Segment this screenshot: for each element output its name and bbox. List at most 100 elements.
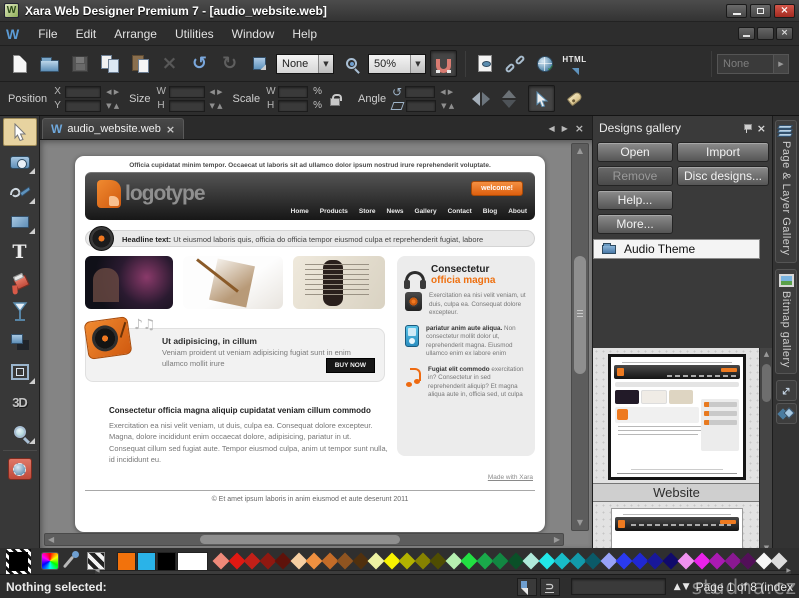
gallery-close-icon[interactable]: × [757, 123, 766, 134]
stroke-preset-dropdown[interactable]: None ▼ [276, 54, 334, 74]
scroll-left-icon[interactable]: ◀ [48, 534, 54, 545]
tool-selector[interactable] [3, 118, 37, 146]
w-spinner[interactable]: ◀ ▶ [210, 88, 223, 96]
canvas[interactable]: Officia cupidatat minim tempor. Occaecat… [40, 140, 592, 548]
skew-spinner[interactable]: ▼ ▲ [441, 102, 454, 110]
gallery-folder-header[interactable]: Audio Theme [593, 239, 760, 259]
tool-freehand[interactable] [3, 178, 37, 206]
gallery-remove-button[interactable]: Remove [597, 166, 673, 186]
web-properties-button[interactable]: ✓ [531, 50, 558, 77]
export-preview-button[interactable] [471, 50, 498, 77]
rotate-field[interactable] [405, 86, 435, 98]
angle-spinner[interactable]: ◀ ▶ [440, 88, 453, 96]
vertical-scrollbar[interactable]: ▲ ▼ [571, 143, 589, 531]
color-editor-button[interactable] [41, 552, 59, 570]
transform-button[interactable] [246, 50, 273, 77]
save-button[interactable] [66, 50, 93, 77]
doc-minimize-button[interactable] [738, 27, 755, 40]
tool-photo[interactable] [3, 148, 37, 176]
zoom-tool-button[interactable] [338, 50, 365, 77]
gallery-more-button[interactable]: More... [597, 214, 673, 234]
tool-zoom[interactable] [3, 418, 37, 446]
size-w-field[interactable] [169, 86, 205, 98]
paste-button[interactable] [126, 50, 153, 77]
current-color-swatch[interactable] [6, 549, 31, 574]
gallery-import-button[interactable]: Import [677, 142, 769, 162]
scroll-up-icon[interactable]: ▲ [572, 144, 588, 158]
document-menu-icon[interactable]: W [6, 26, 19, 42]
tool-rectangle[interactable] [3, 208, 37, 236]
scale-w-field[interactable] [278, 86, 308, 98]
gallery-scroll-thumb[interactable] [762, 364, 771, 402]
vertical-scroll-thumb[interactable] [574, 256, 586, 374]
tab-page-layer-gallery[interactable]: Page & Layer Gallery [775, 120, 797, 263]
close-button[interactable]: × [774, 4, 795, 18]
tab-close-icon[interactable]: × [166, 124, 175, 135]
tool-3d-extrude[interactable]: 3D [3, 388, 37, 416]
gallery-help-button[interactable]: Help... [597, 190, 673, 210]
thumbnail-label-website[interactable]: Website [593, 483, 760, 502]
minimize-button[interactable] [726, 4, 747, 18]
open-button[interactable] [36, 50, 63, 77]
gallery-scrollbar[interactable]: ▲ ▼ [759, 348, 772, 558]
skew-field[interactable] [406, 100, 436, 112]
redo-button[interactable]: ↺ [216, 50, 243, 77]
export-html-button[interactable]: HTML [561, 50, 588, 77]
h-spinner[interactable]: ▼ ▲ [210, 102, 223, 110]
menu-file[interactable]: File [29, 24, 66, 44]
position-y-field[interactable] [65, 100, 101, 112]
copy-button[interactable] [96, 50, 123, 77]
flip-horizontal-button[interactable] [472, 92, 490, 106]
gallery-open-button[interactable]: Open [597, 142, 673, 162]
palette-swatch[interactable] [177, 552, 208, 571]
document-tab[interactable]: W audio_website.web × [42, 118, 184, 139]
zoom-level-dropdown[interactable]: 50% ▼ [368, 54, 426, 74]
chevron-down-icon[interactable]: ▼ [410, 55, 425, 73]
horizontal-scroll-thumb[interactable] [200, 535, 400, 544]
tab-scroll-left-icon[interactable]: ◀ [548, 124, 554, 133]
scale-h-field[interactable] [278, 100, 308, 112]
palette-swatch[interactable] [137, 552, 156, 571]
selector-tool-button[interactable] [528, 85, 555, 112]
tab-scroll-right-icon[interactable]: ▶ [562, 124, 568, 133]
palette-swatch[interactable] [157, 552, 176, 571]
lock-aspect-icon[interactable] [330, 98, 340, 106]
snap-indicator-button[interactable]: ⊃ [540, 578, 560, 596]
name-tag-icon[interactable] [567, 91, 584, 107]
next-page-icon[interactable]: ▼ [683, 582, 690, 592]
x-spinner[interactable]: ◀ ▶ [106, 88, 119, 96]
tab-bar-close-icon[interactable]: × [575, 122, 584, 135]
menu-window[interactable]: Window [223, 24, 284, 44]
palette-scroll-left-icon[interactable]: ◀ [95, 567, 100, 574]
tab-bitmap-gallery[interactable]: Bitmap gallery [775, 269, 797, 375]
design-thumbnail-website[interactable] [608, 354, 746, 480]
maximize-button[interactable] [750, 4, 771, 18]
tool-transparency[interactable] [3, 298, 37, 326]
palette-scroll-right-icon[interactable]: ▶ [786, 567, 791, 574]
tool-web-properties[interactable] [3, 455, 37, 483]
gallery-disc-designs-button[interactable]: Disc designs... [677, 166, 769, 186]
eyedropper-icon[interactable] [65, 551, 81, 571]
new-document-button[interactable] [6, 50, 33, 77]
flip-vertical-button[interactable] [502, 90, 516, 108]
position-x-field[interactable] [65, 86, 101, 98]
link-button[interactable] [501, 50, 528, 77]
tool-text[interactable]: T [3, 238, 37, 266]
snap-to-objects-button[interactable] [430, 50, 457, 77]
menu-help[interactable]: Help [283, 24, 326, 44]
scroll-down-icon[interactable]: ▼ [572, 516, 588, 530]
pin-icon[interactable] [743, 124, 751, 132]
tool-fill[interactable] [3, 268, 37, 296]
chevron-down-icon[interactable]: ▼ [318, 55, 333, 73]
size-h-field[interactable] [169, 100, 205, 112]
menu-edit[interactable]: Edit [67, 24, 106, 44]
tool-contour[interactable] [3, 358, 37, 386]
doc-restore-button[interactable] [757, 27, 774, 40]
tab-fill-gallery[interactable] [776, 403, 797, 424]
scroll-right-icon[interactable]: ▶ [554, 534, 560, 545]
menu-arrange[interactable]: Arrange [105, 24, 166, 44]
doc-close-button[interactable]: × [776, 27, 793, 40]
menu-utilities[interactable]: Utilities [166, 24, 223, 44]
horizontal-scrollbar[interactable]: ◀ ▶ [44, 533, 564, 546]
delete-button[interactable]: × [156, 50, 183, 77]
